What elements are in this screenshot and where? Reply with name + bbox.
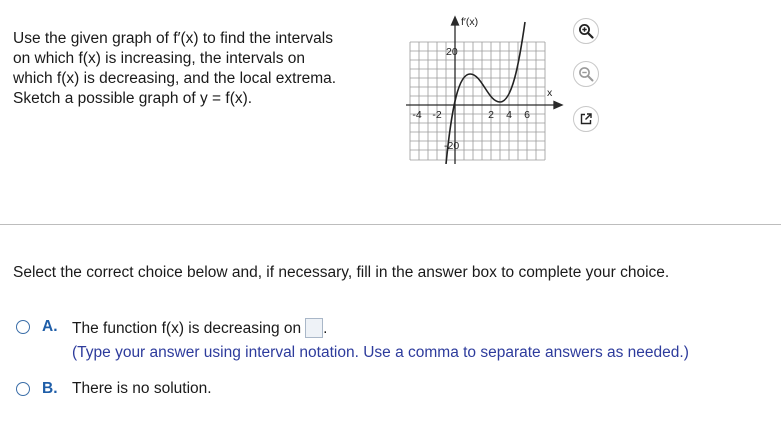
- y-tick-label: -20: [444, 140, 459, 152]
- question-line: Sketch a possible graph of y = f(x).: [13, 90, 253, 107]
- instruction-text: Select the correct choice below and, if …: [13, 264, 670, 281]
- question-line: which f(x) is decreasing, and the local …: [13, 70, 337, 87]
- choice-a-label: The function f(x) is decreasing on: [72, 320, 302, 337]
- zoom-in-button[interactable]: [573, 18, 599, 44]
- x-tick-label: -2: [432, 109, 441, 121]
- question-text: Use the given graph of f′(x) to find the…: [13, 29, 383, 109]
- popout-icon: [580, 113, 592, 125]
- choice-b-letter: B.: [42, 380, 58, 397]
- x-axis-label: x: [547, 87, 553, 99]
- x-tick-label: -4: [412, 109, 421, 121]
- choice-a-radio[interactable]: [16, 320, 30, 334]
- choice-a-text: The function f(x) is decreasing on.: [72, 318, 327, 338]
- question-line: Use the given graph of f′(x) to find the…: [13, 30, 333, 47]
- popout-button[interactable]: [573, 106, 599, 132]
- graph-axes: [406, 15, 564, 164]
- question-line: on which f(x) is increasing, the interva…: [13, 50, 306, 67]
- y-axis-label: f′(x): [461, 16, 478, 28]
- y-tick-label: 20: [446, 46, 458, 58]
- x-tick-label: 2: [488, 109, 494, 121]
- x-tick-label: 6: [524, 109, 530, 121]
- x-tick-label: 4: [506, 109, 512, 121]
- graph-grid: [409, 41, 546, 161]
- section-divider: [0, 224, 781, 225]
- zoom-out-icon: [579, 67, 594, 82]
- choice-a-period: .: [323, 320, 328, 337]
- choice-b-text: There is no solution.: [72, 380, 212, 397]
- answer-input[interactable]: [305, 318, 324, 338]
- choice-a-letter: A.: [42, 318, 58, 335]
- zoom-in-icon: [579, 24, 594, 39]
- derivative-graph: f′(x) x -4 -2 2 4 6 20 -20: [406, 15, 564, 164]
- choice-a-hint: (Type your answer using interval notatio…: [72, 344, 689, 361]
- choice-b-radio[interactable]: [16, 382, 30, 396]
- zoom-out-button[interactable]: [573, 61, 599, 87]
